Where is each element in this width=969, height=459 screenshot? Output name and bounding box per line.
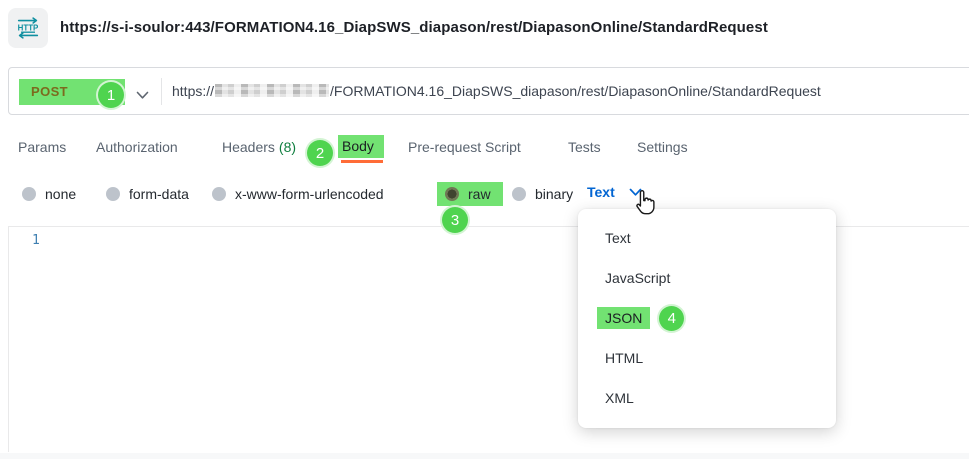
- mode-none-label: none: [45, 186, 76, 202]
- menu-item-javascript-label: JavaScript: [605, 270, 670, 286]
- mode-raw[interactable]: raw: [437, 182, 503, 206]
- mode-x-www-form-urlencoded[interactable]: x-www-form-urlencoded: [212, 186, 384, 202]
- radio-icon: [106, 187, 120, 201]
- chevron-down-icon: [136, 87, 149, 105]
- menu-item-json-label: JSON: [597, 307, 650, 329]
- url-prefix: https://: [172, 83, 214, 99]
- menu-item-text[interactable]: Text: [578, 218, 836, 258]
- menu-item-xml-label: XML: [605, 390, 634, 406]
- radio-icon: [212, 187, 226, 201]
- tab-headers-label: Headers: [222, 139, 275, 155]
- method-label: POST: [31, 79, 68, 105]
- active-tab-underline: [341, 160, 383, 163]
- url-suffix: /FORMATION4.16_DiapSWS_diapason/rest/Dia…: [330, 83, 821, 99]
- divider: [161, 78, 162, 105]
- url-input[interactable]: https:// /FORMATION4.16_DiapSWS_diapason/…: [172, 68, 821, 114]
- http-request-icon: HTTP: [8, 8, 48, 48]
- hand-cursor-icon: [632, 189, 658, 222]
- mode-none[interactable]: none: [22, 186, 76, 202]
- tab-tests[interactable]: Tests: [568, 139, 601, 155]
- annotation-step-4: 4: [657, 304, 686, 333]
- format-dropdown-menu: Text JavaScript JSON 4 HTML XML: [578, 209, 836, 428]
- tab-headers[interactable]: Headers(8): [222, 139, 296, 155]
- mode-form-data-label: form-data: [129, 186, 189, 202]
- postman-request-view: HTTP https://s-i-soulor:443/FORMATION4.1…: [0, 0, 969, 459]
- svg-text:HTTP: HTTP: [18, 23, 39, 32]
- headers-count: (8): [279, 139, 296, 155]
- menu-item-json[interactable]: JSON 4: [578, 298, 836, 338]
- annotation-step-2: 2: [305, 138, 335, 168]
- menu-item-html-label: HTML: [605, 350, 643, 366]
- menu-item-xml[interactable]: XML: [578, 378, 836, 418]
- request-title: https://s-i-soulor:443/FORMATION4.16_Dia…: [60, 19, 768, 36]
- format-selector-value: Text: [587, 184, 615, 200]
- request-url-bar: POST https:// /FORMATION4.16_DiapSWS_diap…: [8, 67, 969, 115]
- menu-item-text-label: Text: [605, 230, 631, 246]
- redacted-url-segment: [215, 84, 329, 97]
- annotation-step-1: 1: [96, 80, 126, 110]
- tab-params[interactable]: Params: [18, 139, 66, 155]
- radio-icon: [512, 187, 526, 201]
- mode-binary[interactable]: binary: [512, 186, 573, 202]
- mode-urlencoded-label: x-www-form-urlencoded: [235, 186, 384, 202]
- mode-raw-label: raw: [468, 186, 491, 202]
- mode-binary-label: binary: [535, 186, 573, 202]
- menu-item-javascript[interactable]: JavaScript: [578, 258, 836, 298]
- editor-line-number: 1: [32, 233, 40, 248]
- tab-pre-request-script[interactable]: Pre-request Script: [408, 139, 521, 155]
- menu-item-html[interactable]: HTML: [578, 338, 836, 378]
- tab-authorization[interactable]: Authorization: [96, 139, 178, 155]
- tab-settings[interactable]: Settings: [637, 139, 688, 155]
- mode-form-data[interactable]: form-data: [106, 186, 189, 202]
- tab-body[interactable]: Body: [338, 135, 384, 158]
- annotation-step-3: 3: [440, 205, 470, 235]
- tab-body-label: Body: [342, 138, 374, 154]
- radio-icon: [22, 187, 36, 201]
- section-divider: [0, 453, 969, 459]
- radio-selected-icon: [445, 187, 459, 201]
